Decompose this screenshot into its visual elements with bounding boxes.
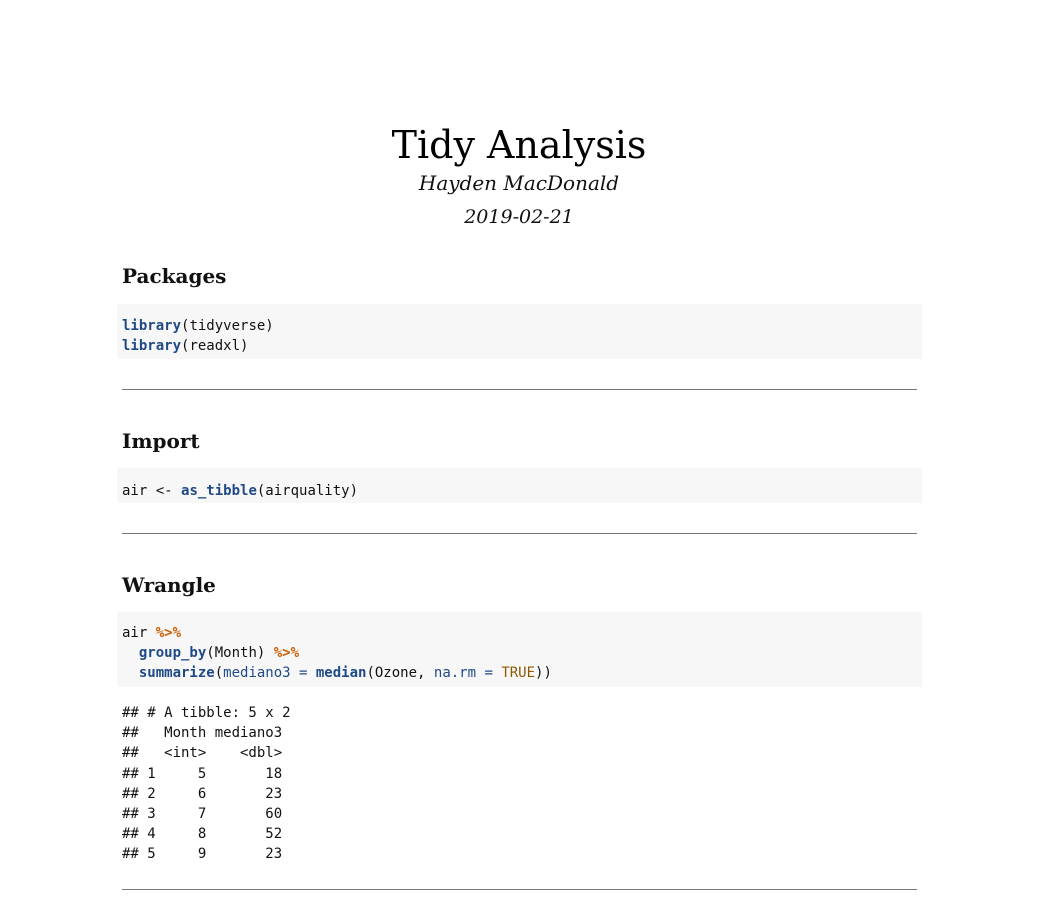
code-text: (	[214, 665, 224, 682]
code-line: air %>%	[122, 623, 917, 643]
argument-name: mediano3 =	[223, 665, 316, 682]
code-block-import[interactable]: air <- as_tibble(airquality)	[117, 468, 922, 503]
pipe-operator: %>%	[273, 645, 300, 662]
output-line: ## 5 9 23	[122, 846, 283, 863]
code-text: (tidyverse)	[181, 318, 274, 334]
code-text: (airquality)	[256, 483, 359, 499]
code-text: (readxl)	[181, 338, 249, 355]
code-text: air <-	[122, 483, 182, 499]
output-line: ## 1 5 18	[122, 765, 283, 782]
code-line: group_by(Month) %>%	[122, 643, 917, 663]
horizontal-rule	[122, 389, 917, 390]
date: 2019-02-21	[464, 206, 574, 228]
horizontal-rule	[122, 533, 917, 534]
output-line: ## 2 6 23	[122, 785, 283, 802]
function-name: group_by	[138, 645, 207, 662]
code-block-packages[interactable]: library(tidyverse) library(readxl)	[117, 304, 922, 359]
output-line: ## 4 8 52	[122, 826, 283, 843]
argument-name: na.rm =	[433, 665, 502, 682]
code-text: (Ozone,	[366, 665, 434, 682]
horizontal-rule	[122, 889, 917, 890]
code-line: air <- as_tibble(airquality)	[122, 481, 917, 501]
section-heading-packages: Packages	[122, 264, 227, 288]
console-output: ## # A tibble: 5 x 2 ## Month mediano3 #…	[122, 703, 291, 865]
section-heading-wrangle: Wrangle	[122, 573, 216, 597]
section-heading-import: Import	[122, 429, 200, 453]
output-line: ## <int> <dbl>	[122, 745, 283, 762]
function-name: as_tibble	[181, 483, 257, 499]
constant-value: TRUE	[501, 665, 536, 682]
page-title: Tidy Analysis	[391, 123, 647, 167]
output-line: ## # A tibble: 5 x 2	[122, 705, 291, 721]
function-name: summarize	[138, 665, 215, 682]
function-name: library	[122, 338, 182, 355]
code-text: (Month)	[206, 645, 274, 662]
output-line: ## 3 7 60	[122, 805, 283, 822]
code-text: ))	[535, 665, 552, 682]
author: Hayden MacDonald	[418, 171, 620, 195]
function-name: median	[315, 665, 367, 682]
code-block-wrangle[interactable]: air %>% group_by(Month) %>% summarize(me…	[117, 612, 922, 687]
function-name: library	[122, 318, 182, 334]
code-text: air	[122, 625, 156, 641]
pipe-operator: %>%	[155, 625, 182, 641]
output-line: ## Month mediano3	[122, 725, 283, 742]
code-line: library(readxl)	[122, 336, 917, 356]
code-line: library(tidyverse)	[122, 316, 917, 336]
code-line: summarize(mediano3 = median(Ozone, na.rm…	[122, 663, 917, 683]
